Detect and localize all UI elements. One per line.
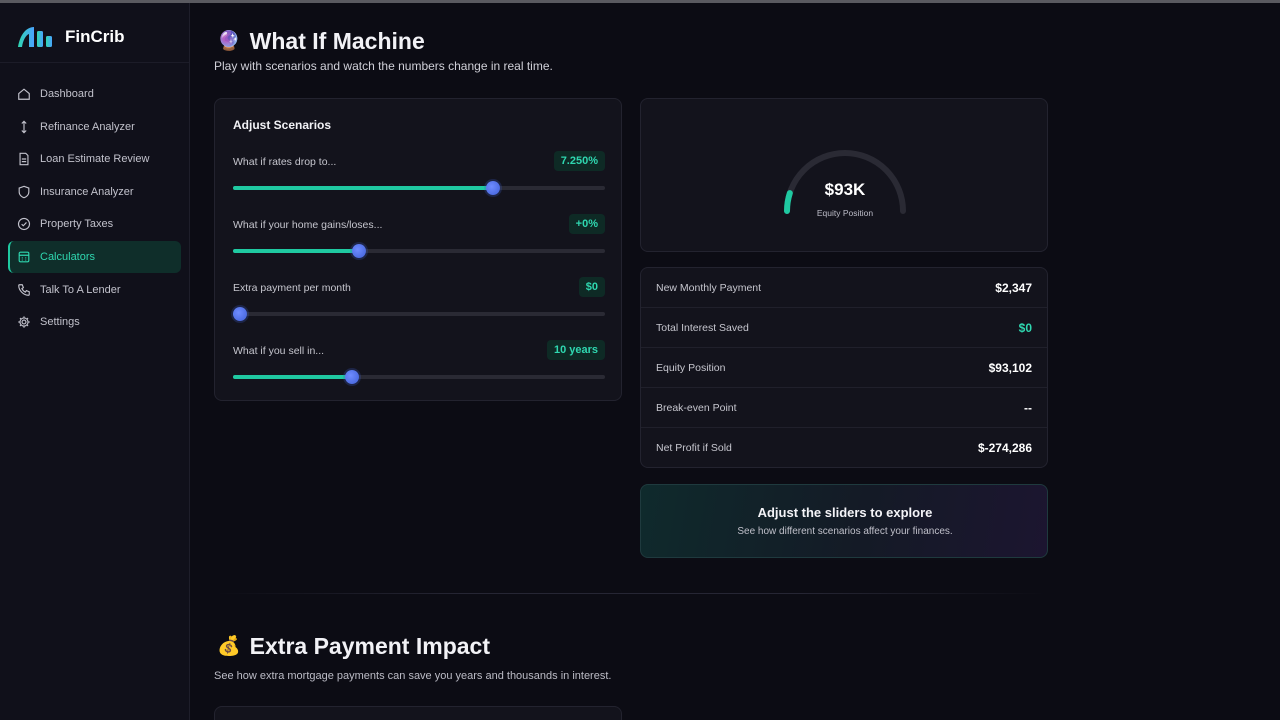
sidebar-item-label: Dashboard bbox=[40, 88, 94, 100]
rate-slider[interactable] bbox=[233, 181, 605, 195]
metric-value: $0 bbox=[1018, 320, 1032, 335]
extra-payment-card bbox=[214, 706, 622, 720]
slider-label: Extra payment per month bbox=[233, 282, 351, 294]
results-table: New Monthly Payment $2,347 Total Interes… bbox=[640, 267, 1048, 468]
extra-payment-slider-row: Extra payment per month $0 bbox=[233, 277, 605, 330]
metric-label: New Monthly Payment bbox=[656, 281, 762, 294]
sidebar-item-calculators[interactable]: Calculators bbox=[8, 240, 181, 273]
window-top-border bbox=[0, 0, 1280, 3]
app-logo[interactable]: FinCrib bbox=[17, 25, 125, 49]
slider-fill bbox=[233, 375, 353, 379]
sidebar: FinCrib Dashboard Refinance Analyzer Loa… bbox=[0, 3, 190, 720]
metric-row-equity-position: Equity Position $93,102 bbox=[641, 348, 1047, 388]
slider-label: What if your home gains/loses... bbox=[233, 219, 383, 231]
slider-fill bbox=[233, 249, 360, 253]
metric-row-total-interest-saved: Total Interest Saved $0 bbox=[641, 308, 1047, 348]
slider-value-badge: 7.250% bbox=[553, 151, 605, 171]
metric-value: -- bbox=[1024, 400, 1032, 415]
gauge-label: Equity Position bbox=[816, 208, 874, 218]
slider-value-badge: 10 years bbox=[546, 340, 605, 360]
phone-icon bbox=[18, 283, 30, 296]
money-bag-icon: 💰 bbox=[217, 636, 241, 657]
rate-slider-row: What if rates drop to... 7.250% bbox=[233, 151, 605, 204]
sidebar-item-label: Property Taxes bbox=[40, 218, 114, 231]
sidebar-item-label: Refinance Analyzer bbox=[40, 120, 135, 133]
metric-value: $93,102 bbox=[988, 360, 1032, 375]
document-icon bbox=[19, 152, 29, 166]
slider-thumb[interactable] bbox=[486, 181, 501, 195]
card-title: Adjust Scenarios bbox=[233, 118, 332, 132]
sidebar-item-refinance-analyzer[interactable]: Refinance Analyzer bbox=[8, 111, 181, 143]
calculator-icon bbox=[18, 251, 30, 263]
metric-row-new-monthly-payment: New Monthly Payment $2,347 bbox=[641, 268, 1047, 308]
metric-label: Total Interest Saved bbox=[656, 321, 749, 334]
slider-label: What if you sell in... bbox=[233, 345, 325, 357]
section-divider bbox=[214, 593, 1048, 594]
what-if-header: 🔮 What If Machine bbox=[217, 28, 425, 55]
home-icon bbox=[18, 88, 30, 100]
home-value-slider[interactable] bbox=[233, 244, 605, 258]
extra-payment-header: 💰 Extra Payment Impact bbox=[217, 633, 490, 660]
slider-label: What if rates drop to... bbox=[233, 156, 337, 168]
shield-icon bbox=[18, 185, 30, 199]
sidebar-item-label: Settings bbox=[40, 316, 80, 329]
arrows-vertical-icon bbox=[21, 120, 27, 134]
adjust-scenarios-card: Adjust Scenarios What if rates drop to..… bbox=[214, 98, 622, 401]
slider-value-badge: $0 bbox=[578, 277, 605, 297]
metric-row-net-profit-if-sold: Net Profit if Sold $-274,286 bbox=[641, 428, 1047, 467]
section-title: Extra Payment Impact bbox=[249, 633, 490, 659]
slider-fill bbox=[233, 186, 494, 190]
sidebar-item-label: Talk To A Lender bbox=[40, 283, 121, 296]
gauge-value: $93K bbox=[824, 180, 866, 199]
sidebar-item-settings[interactable]: Settings bbox=[8, 306, 181, 338]
slider-thumb[interactable] bbox=[352, 244, 367, 258]
explore-callout: Adjust the sliders to explore See how di… bbox=[640, 484, 1048, 558]
callout-subtitle: See how different scenarios affect your … bbox=[737, 526, 953, 537]
gear-icon bbox=[18, 316, 30, 328]
page-title: What If Machine bbox=[249, 28, 425, 54]
metric-label: Net Profit if Sold bbox=[656, 442, 732, 454]
slider-value-badge: +0% bbox=[568, 214, 605, 234]
callout-title: Adjust the sliders to explore bbox=[757, 505, 933, 520]
sell-in-slider-row: What if you sell in... 10 years bbox=[233, 340, 605, 393]
sidebar-divider bbox=[0, 62, 189, 63]
app-name: FinCrib bbox=[65, 27, 125, 46]
metric-value: $-274,286 bbox=[977, 441, 1032, 455]
metric-value: $2,347 bbox=[995, 280, 1032, 295]
crystal-ball-icon: 🔮 bbox=[217, 31, 241, 52]
sidebar-item-insurance-analyzer[interactable]: Insurance Analyzer bbox=[8, 176, 181, 208]
slider-thumb[interactable] bbox=[345, 370, 360, 384]
sidebar-item-dashboard[interactable]: Dashboard bbox=[8, 78, 181, 110]
sell-in-slider[interactable] bbox=[233, 370, 605, 384]
metric-row-break-even-point: Break-even Point -- bbox=[641, 388, 1047, 428]
sidebar-item-property-taxes[interactable]: Property Taxes bbox=[8, 208, 181, 240]
home-value-slider-row: What if your home gains/loses... +0% bbox=[233, 214, 605, 267]
sidebar-item-label: Insurance Analyzer bbox=[40, 185, 134, 198]
sidebar-item-label: Calculators bbox=[40, 250, 96, 263]
sidebar-item-label: Loan Estimate Review bbox=[40, 153, 150, 166]
extra-payment-slider[interactable] bbox=[233, 307, 605, 321]
slider-thumb[interactable] bbox=[233, 307, 248, 321]
sidebar-nav: Dashboard Refinance Analyzer Loan Estima… bbox=[8, 78, 181, 339]
check-circle-icon bbox=[17, 218, 31, 231]
metric-label: Equity Position bbox=[656, 361, 726, 374]
metric-label: Break-even Point bbox=[656, 401, 737, 414]
page-subtitle: Play with scenarios and watch the number… bbox=[214, 59, 553, 73]
equity-gauge-card: $93K Equity Position bbox=[640, 98, 1048, 252]
section-subtitle: See how extra mortgage payments can save… bbox=[214, 670, 612, 682]
fincrib-logo-icon bbox=[18, 27, 52, 47]
sidebar-item-talk-to-a-lender[interactable]: Talk To A Lender bbox=[8, 274, 181, 306]
sidebar-item-loan-estimate-review[interactable]: Loan Estimate Review bbox=[8, 143, 181, 175]
